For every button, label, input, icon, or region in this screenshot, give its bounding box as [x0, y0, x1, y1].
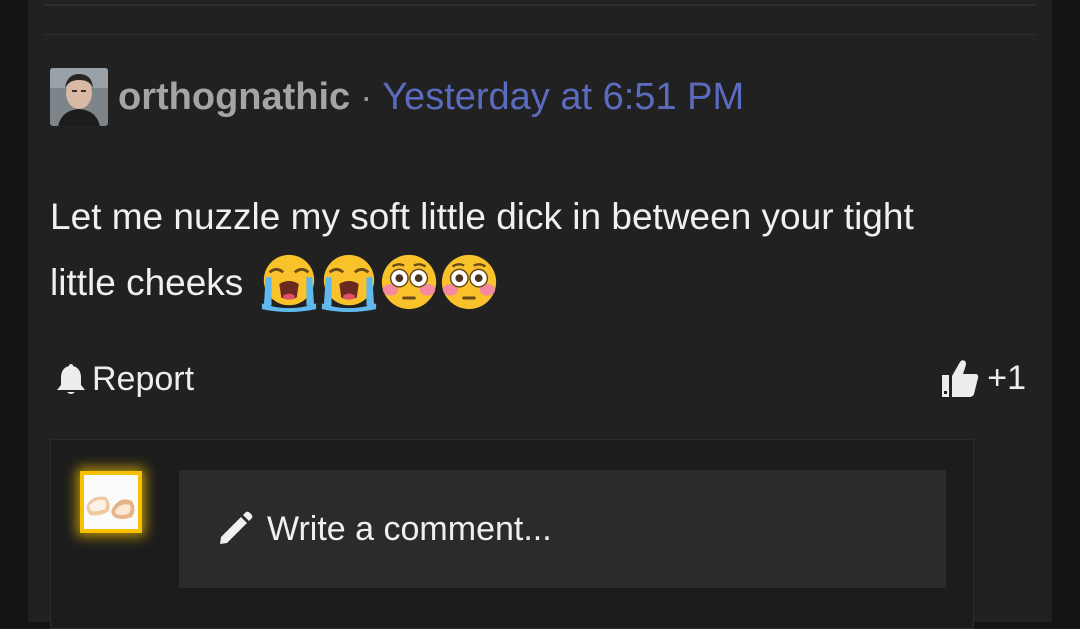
comment-placeholder: Write a comment...: [267, 509, 552, 548]
pencil-icon: [220, 511, 253, 544]
comment-input[interactable]: Write a comment...: [179, 470, 946, 588]
emoji-group: [258, 251, 498, 313]
flushed-face-emoji: [441, 255, 496, 310]
flushed-face-emoji: [381, 255, 436, 310]
bell-icon: [57, 364, 85, 394]
reaction-count: +1: [987, 358, 1026, 397]
header-separator: ·: [360, 76, 373, 117]
author-avatar[interactable]: [50, 68, 108, 126]
report-button[interactable]: Report: [56, 357, 194, 401]
current-user-avatar[interactable]: [80, 471, 142, 533]
loudly-crying-face-emoji: [321, 255, 376, 313]
loudly-crying-face-emoji: [261, 255, 316, 313]
report-label: Report: [92, 359, 195, 398]
thumbs-up-icon: [942, 360, 979, 397]
divider: [44, 4, 1036, 6]
like-button[interactable]: +1: [941, 355, 1026, 401]
divider: [44, 34, 1036, 35]
post-header: orthognathic · Yesterday at 6:51 PM: [50, 68, 744, 126]
author-username[interactable]: orthognathic: [118, 76, 350, 119]
post-body: Let me nuzzle my soft little dick in bet…: [50, 184, 980, 316]
post-timestamp[interactable]: Yesterday at 6:51 PM: [382, 76, 744, 119]
